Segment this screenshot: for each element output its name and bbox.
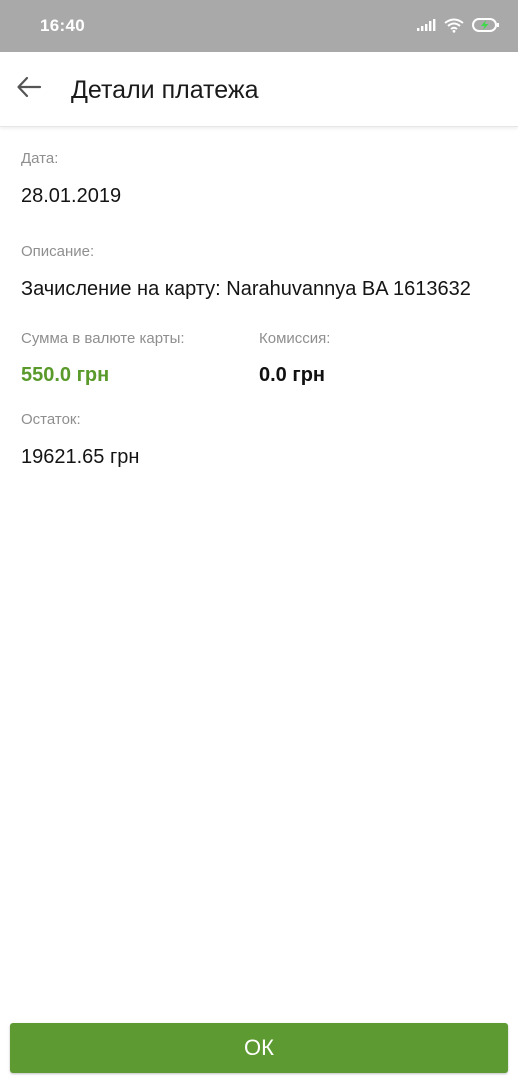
description-field: Описание: Зачисление на карту: Narahuvan… xyxy=(21,243,501,301)
balance-label: Остаток: xyxy=(21,411,81,428)
status-time: 16:40 xyxy=(40,16,85,35)
amount-field: Сумма в валюте карты: 550.0 грн xyxy=(21,330,185,387)
signal-icon xyxy=(416,18,436,32)
fee-label: Комиссия: xyxy=(259,330,331,347)
date-field: Дата: 28.01.2019 xyxy=(21,150,121,208)
fee-value: 0.0 грн xyxy=(259,364,325,386)
amount-value: 550.0 грн xyxy=(21,364,110,386)
app-bar: Детали платежа xyxy=(0,52,518,127)
back-button[interactable] xyxy=(12,72,46,106)
amount-label: Сумма в валюте карты: xyxy=(21,330,185,347)
description-label: Описание: xyxy=(21,243,95,260)
date-label: Дата: xyxy=(21,150,59,167)
description-value: Зачисление на карту: Narahuvannya BA 161… xyxy=(21,278,471,300)
status-icons xyxy=(416,17,500,33)
wifi-icon xyxy=(444,18,464,33)
battery-charging-icon xyxy=(472,17,500,33)
page-title: Детали платежа xyxy=(71,76,259,104)
arrow-left-icon xyxy=(16,76,42,103)
balance-value: 19621.65 грн xyxy=(21,446,140,468)
status-bar: 16:40 xyxy=(0,0,518,52)
date-value: 28.01.2019 xyxy=(21,185,122,207)
ok-button[interactable]: ОК xyxy=(10,1023,508,1073)
balance-field: Остаток: 19621.65 грн xyxy=(21,411,139,469)
fee-field: Комиссия: 0.0 грн xyxy=(259,330,330,387)
